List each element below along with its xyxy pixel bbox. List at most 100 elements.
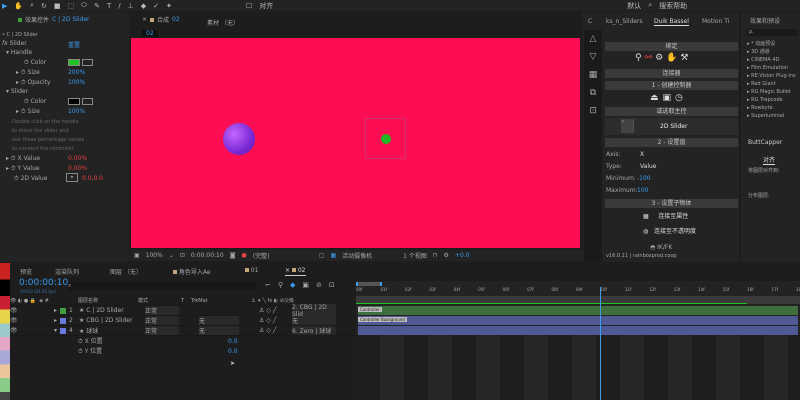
current-time[interactable]: 0:00:00:10 <box>19 278 68 288</box>
x-value[interactable]: 0.00% <box>68 155 87 162</box>
tab-render-queue[interactable]: 渲染队列 <box>55 267 110 276</box>
preset-item[interactable]: ▸ CINEMA 4D <box>747 56 796 64</box>
camera-tool-icon[interactable]: ■ <box>54 2 61 10</box>
crosshair-icon[interactable]: ⌖ <box>66 173 78 182</box>
prop-row[interactable]: ⏱ 2D Value <box>14 175 47 183</box>
eyedropper-icon[interactable] <box>82 98 93 105</box>
layer-row[interactable]: 👁 ▸ 1 ★ C | 2D Slider 正常 ⚓ ◇ ╱ 2. CBG | … <box>10 303 355 318</box>
puppet-tool-icon[interactable]: ✦ <box>166 2 172 10</box>
selection-tool-icon[interactable]: ▶ <box>2 2 7 10</box>
tab-c[interactable]: C <box>588 18 592 25</box>
preset-item[interactable]: ▸ RE:Vision Plug-ins <box>747 72 796 80</box>
time-navigator[interactable] <box>356 282 382 286</box>
eraser-tool-icon[interactable]: ◆ <box>141 2 146 10</box>
safe-area-icon[interactable]: ⊡ <box>180 252 185 259</box>
subprop-row[interactable]: ⏱ X 位置 0.0 <box>10 336 355 346</box>
preset-item[interactable]: ▸ RG Magic Bullet <box>747 88 796 96</box>
effect-controls-tab[interactable]: 效果控件 C | 2D Slider <box>18 15 90 24</box>
layout-icon[interactable]: ⊓ <box>433 252 438 259</box>
transparency-grid-icon[interactable]: ▦ <box>330 252 336 259</box>
group-slider[interactable]: ▾ Slider <box>6 88 28 95</box>
playhead[interactable] <box>600 287 602 400</box>
subprop-row[interactable]: ⏱ Y 位置 0.0 <box>10 346 355 356</box>
tab-motion-tools[interactable]: Motion Ti <box>702 18 729 25</box>
subprop-value[interactable]: 0.0 <box>228 348 238 355</box>
zoom-select[interactable]: 100% <box>146 252 163 259</box>
create-controller-button[interactable]: 1 - 创建控制器 <box>605 81 738 90</box>
type-select[interactable]: Value <box>640 163 656 170</box>
preset-item[interactable]: ▸ Red Giant <box>747 80 796 88</box>
preset-item[interactable]: ▸ Rowbyte <box>747 104 796 112</box>
prop-row[interactable]: ▸ ⏱ Size <box>16 108 40 116</box>
triangle-down-icon[interactable]: ▽ <box>584 48 602 66</box>
preset-item[interactable]: ▸ 3D 通道 <box>747 48 796 56</box>
layer-row[interactable]: 👁 ▸ 2 ★ CBG | 2D Slider 正常 无 ⚓ ◇ ╱ 无 <box>10 316 355 326</box>
ellipse-tool-icon[interactable]: ⬭ <box>81 1 87 10</box>
time-ruler[interactable]: 00f 01f 02f 03f 04f 05f 06f 07f 08f 09f 10f 11f 12f 1… <box>356 287 800 295</box>
controllers-section[interactable]: 连接器 <box>605 69 738 78</box>
handle-color-swatch[interactable] <box>68 59 80 66</box>
timecode[interactable]: 0:00:00:10 <box>191 252 224 259</box>
visibility-icon[interactable]: 👁 <box>10 317 54 324</box>
ball-layer[interactable] <box>223 123 255 155</box>
mode-select[interactable]: 正常 <box>145 316 179 325</box>
snap-checkbox[interactable]: ☐ <box>246 2 252 10</box>
pan-behind-tool-icon[interactable]: ⬚ <box>68 2 75 10</box>
visibility-icon[interactable]: 👁 <box>10 307 54 314</box>
footage-tab[interactable]: 素材 （无） <box>207 18 239 27</box>
prop-row[interactable]: ▸ ⏱ Size <box>16 69 40 77</box>
more-button[interactable]: ◓ IK/FK <box>650 244 672 251</box>
eyedropper-icon[interactable] <box>82 59 93 66</box>
search-help-input[interactable]: 搜索帮助 <box>659 1 687 11</box>
triangle-up-icon[interactable]: △ <box>584 30 602 48</box>
color-channel-icon[interactable]: ● <box>242 252 247 259</box>
tab-duik-bassel[interactable]: Duik Bassel <box>654 18 689 26</box>
comp-canvas[interactable] <box>131 38 580 248</box>
brush-tool-icon[interactable]: / <box>118 2 120 10</box>
align-tab[interactable]: 对齐 <box>763 155 776 165</box>
reset-button[interactable]: 重置 <box>68 40 80 49</box>
preset-item[interactable]: ▸ Superluminal <box>747 112 796 120</box>
hand-tool-icon[interactable]: ✋ <box>14 2 23 10</box>
rotate-tool-icon[interactable]: ↻ <box>41 2 47 10</box>
preset-item[interactable]: ▸ Film Emulation <box>747 64 796 72</box>
2d-value[interactable]: 0.0,0.0 <box>82 175 103 182</box>
camera-select[interactable]: 活动摄像机 <box>342 251 397 260</box>
connect-opacity-button[interactable]: ◍ 连接至不透明度 <box>643 226 696 235</box>
select-master-button[interactable]: 或选取主控 <box>605 107 738 116</box>
prop-row[interactable]: ▸ ⏱ X Value <box>6 155 40 163</box>
layer-name[interactable]: ★ 球球 <box>79 326 145 335</box>
timeline-switches[interactable]: ⌐⚲◆▣⊘⊡ <box>265 281 342 289</box>
layer-switches[interactable]: ⚓ ◇ ╱ <box>259 307 292 314</box>
tab-comp-active[interactable]: × 02 <box>285 267 306 276</box>
resolution-select[interactable]: (完整) <box>253 251 313 260</box>
group-handle[interactable]: ▾ Handle <box>6 49 32 56</box>
presets-search-input[interactable]: ρ. <box>747 29 797 36</box>
parent-select[interactable]: 6. Zero | 球球 <box>292 326 336 335</box>
camera-icon[interactable]: ◙ <box>230 252 236 259</box>
buttcapper-tab[interactable]: ButtCapper <box>748 139 782 146</box>
preset-item[interactable]: ▸ RG Trapcode <box>747 96 796 104</box>
tab-sliders[interactable]: ks_n_Sliders <box>606 18 643 25</box>
subprop-value[interactable]: 0.0 <box>228 338 238 345</box>
stopwatch-icon[interactable]: ⏱ Color <box>24 59 46 67</box>
visibility-icon[interactable]: 👁 <box>10 327 54 334</box>
layer-color-label[interactable] <box>60 327 66 334</box>
layer-bar[interactable] <box>358 326 798 335</box>
mode-select[interactable]: 正常 <box>145 306 179 315</box>
slider-handle[interactable] <box>381 134 391 144</box>
controller-type-icons[interactable]: ⏏▣◷ <box>650 93 687 103</box>
tab-preview[interactable]: 预览 <box>20 267 55 276</box>
connect-property-button[interactable]: ▦ 连接至属性 <box>643 211 688 220</box>
layer-color-label[interactable] <box>60 307 66 314</box>
master-controller[interactable]: ⬛ 2D Slider <box>605 118 738 135</box>
layer-switches[interactable]: ⚓ ◇ ╱ <box>259 317 292 324</box>
layer-bar[interactable]: Controller Background <box>358 316 798 325</box>
roto-brush-tool-icon[interactable]: ✓ <box>153 2 159 10</box>
render-icon[interactable]: ⚙ <box>444 252 449 259</box>
layer-row[interactable]: 👁 ▾ 4 ★ 球球 正常 无 ⚓ ◇ ╱ 6. Zero | 球球 <box>10 326 355 336</box>
minimum-input[interactable]: -100 <box>637 175 651 182</box>
maximum-input[interactable]: 100 <box>637 187 648 194</box>
prop-value[interactable]: 100% <box>68 79 85 86</box>
trkmat-select[interactable]: 无 <box>199 316 239 325</box>
